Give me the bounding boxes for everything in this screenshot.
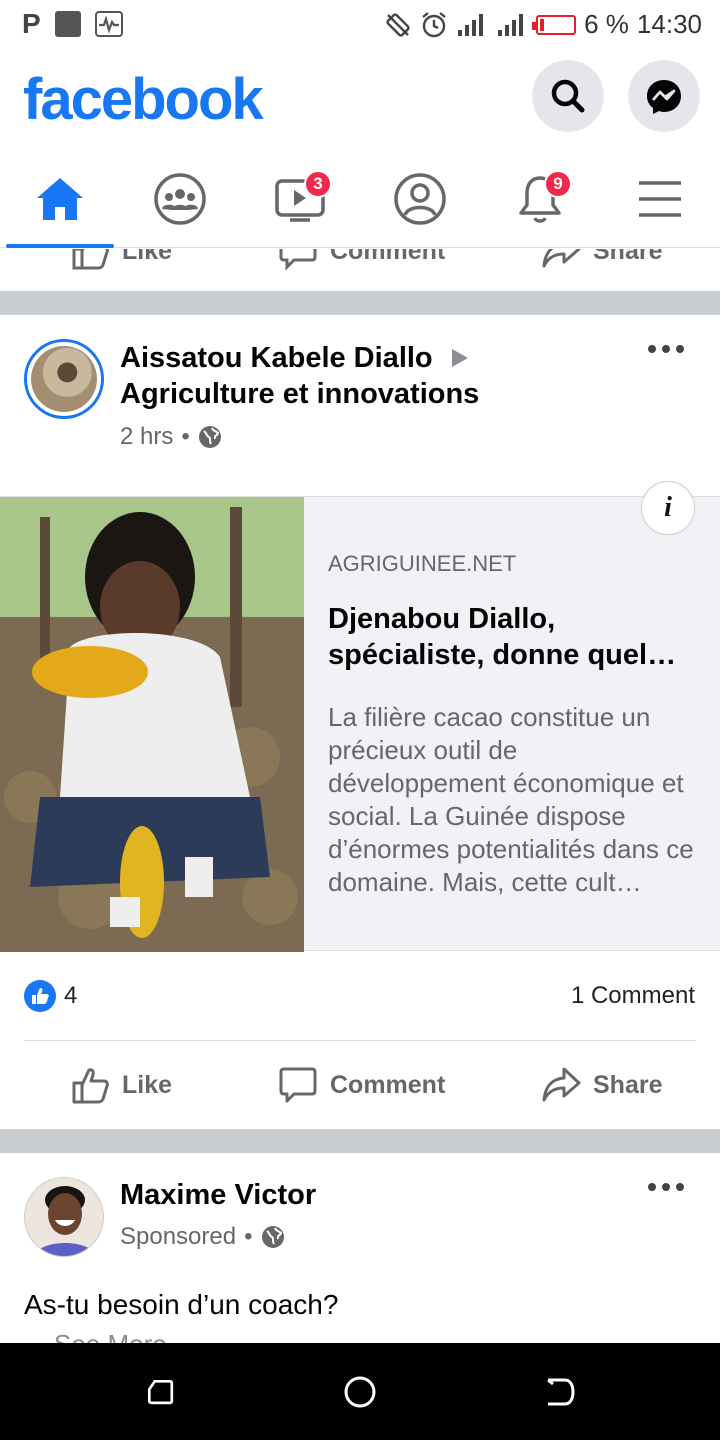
post2-options-button[interactable] [648,1183,684,1191]
groups-icon [154,173,206,225]
like-icon [72,1068,109,1104]
link-source: AGRIGUINEE.NET [328,551,517,576]
comment-icon [279,1067,317,1103]
share-icon [542,249,581,268]
notifications-badge: 9 [544,170,572,198]
back-icon[interactable] [543,1375,577,1409]
like-button[interactable]: Like [70,1041,172,1129]
sponsored-post: Maxime Victor Sponsored • As-tu besoin d… [0,1153,720,1343]
comment-label: Comment [330,1070,446,1099]
meta-separator: • [244,1223,253,1250]
app-header: facebook [0,50,720,150]
tab-home[interactable] [0,150,120,248]
prev-comment-label: Comment [330,249,446,265]
tab-notifications[interactable]: 9 [480,150,600,248]
prev-share-button[interactable]: Share [541,249,662,281]
tab-groups[interactable] [120,150,240,248]
share-button[interactable]: Share [541,1041,662,1129]
clock: 14:30 [636,9,702,39]
rotate-icon [386,12,410,37]
main-nav: 3 9 [0,150,720,248]
share-label: Share [593,1070,663,1099]
activity-icon [94,11,123,37]
post-header: Aissatou Kabele Diallo Agriculture et in… [0,315,720,495]
alarm-icon [422,11,446,37]
search-button[interactable] [532,60,604,132]
share-icon [542,1067,581,1102]
home-icon [37,178,83,220]
info-button[interactable]: i [641,481,695,535]
previous-post-actions: Like Comment Share [0,249,720,291]
sponsored-label[interactable]: Sponsored [120,1223,236,1251]
signal-icon [458,13,484,36]
see-more-link[interactable]: See More [54,1329,167,1343]
reactions-bar: 4 1 Comment [0,952,720,1040]
comment-count[interactable]: 1 Comment [571,982,695,1010]
feed-divider-2 [0,1129,720,1153]
link-thumbnail [0,497,304,952]
search-icon [551,79,585,113]
messenger-icon [647,80,681,114]
app-notification-icon [54,11,81,37]
post-options-button[interactable] [648,345,684,353]
like-icon [72,249,109,270]
profile-icon [394,173,446,225]
battery-level: 6 % [584,9,629,39]
link-preview[interactable]: AGRIGUINEE.NET Djenabou Diallo, spéciali… [0,496,720,952]
post-author[interactable]: Aissatou Kabele Diallo [120,341,433,375]
comment-button[interactable]: Comment [278,1041,445,1129]
comment-icon [279,249,317,271]
prev-like-button[interactable]: Like [70,249,172,281]
prev-share-label: Share [593,249,663,265]
battery-icon [532,14,577,35]
facebook-logo[interactable]: facebook [23,66,264,133]
like-reaction-icon[interactable] [24,980,56,1012]
prev-like-label: Like [122,249,173,265]
author-avatar[interactable] [24,339,104,419]
group-arrow-icon [452,349,468,367]
post2-avatar[interactable] [24,1177,104,1257]
like-count[interactable]: 4 [64,982,77,1010]
like-label: Like [122,1070,173,1099]
globe-icon [261,1226,284,1248]
post2-author[interactable]: Maxime Victor [120,1179,316,1212]
signal-icon-2 [498,13,524,36]
post-time[interactable]: 2 hrs [120,423,173,451]
system-navigation-bar [0,1343,720,1440]
tab-menu[interactable] [600,150,720,248]
messenger-button[interactable] [628,60,700,132]
tab-profile[interactable] [360,150,480,248]
post-actions: Like Comment Share [0,1041,720,1129]
link-title[interactable]: Djenabou Diallo, spécialiste, donne quel… [328,601,700,673]
tab-watch[interactable]: 3 [240,150,360,248]
feed-divider [0,291,720,315]
post-group[interactable]: Agriculture et innovations [120,377,479,411]
home-nav-icon[interactable] [343,1375,377,1409]
status-bar: P 6 % 14:30 [0,0,720,50]
recents-icon[interactable] [143,1375,177,1409]
hamburger-icon [639,181,681,217]
globe-icon [198,426,221,448]
post-meta: 2 hrs • [120,423,222,451]
parking-app-icon: P [22,8,41,39]
meta-separator: • [181,423,190,450]
prev-comment-button[interactable]: Comment [278,249,445,281]
link-description: La filière cacao constitue un précieux o… [328,702,694,897]
post2-text: As-tu besoin d’un coach? [24,1289,339,1320]
watch-badge: 3 [304,170,332,198]
post2-meta: Sponsored • [120,1223,285,1251]
